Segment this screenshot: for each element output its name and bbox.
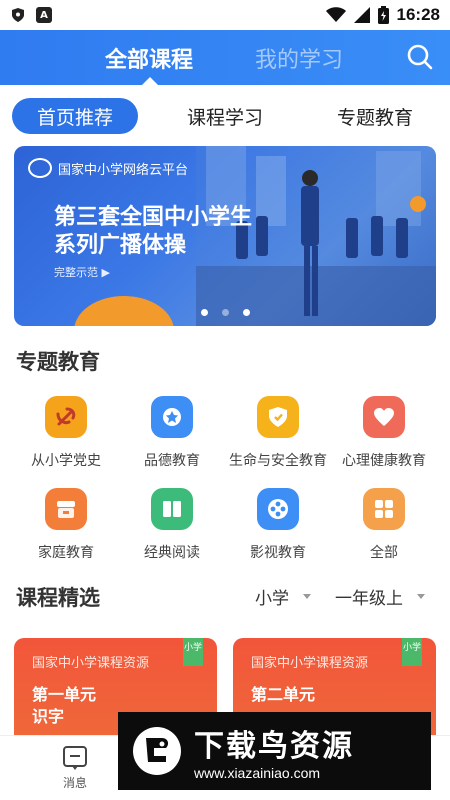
book-icon [151, 488, 193, 530]
topic-label: 从小学党史 [31, 453, 101, 469]
topic-mental-health[interactable]: 心理健康教育 [329, 396, 439, 470]
filter-grade-dropdown[interactable]: 一年级上 [335, 584, 425, 609]
card-level-tag: 小学 [183, 638, 203, 666]
carousel-dots [14, 309, 436, 316]
sub-tabs: 首页推荐 课程学习 专题教育 [0, 96, 450, 136]
carousel-dot[interactable] [242, 309, 250, 316]
status-time: 16:28 [396, 5, 440, 24]
signal-icon [353, 7, 370, 23]
heart-icon [363, 396, 405, 438]
tab-my-learning[interactable]: 我的学习 [255, 42, 343, 74]
top-header: 全部课程 我的学习 [0, 30, 450, 85]
topic-label: 全部 [370, 545, 398, 561]
card-level-tag: 小学 [402, 638, 422, 666]
topic-film-education[interactable]: 影视教育 [223, 488, 333, 562]
carousel-dot[interactable] [200, 309, 208, 316]
medal-icon [151, 396, 193, 438]
banner-link[interactable]: 完整示范 ▶ [54, 264, 110, 280]
chevron-down-icon [417, 594, 425, 599]
card-unit-title: 第二单元 [251, 685, 316, 704]
section-title-courses: 课程精选 [16, 586, 100, 610]
subtab-home-recommend[interactable]: 首页推荐 [12, 98, 138, 134]
status-bar: A 16:28 [0, 0, 450, 30]
topic-label: 生命与安全教育 [229, 453, 327, 469]
topic-life-safety[interactable]: 生命与安全教育 [223, 396, 333, 470]
party-icon [45, 396, 87, 438]
film-icon [257, 488, 299, 530]
topic-label: 影视教育 [250, 545, 306, 561]
grid-icon [363, 488, 405, 530]
shield-icon [257, 396, 299, 438]
card-unit-subject: 识字 [32, 707, 65, 726]
house-icon [45, 488, 87, 530]
subtab-course-study[interactable]: 课程学习 [170, 98, 280, 134]
card-header: 国家中小学课程资源 [251, 656, 369, 671]
topic-label: 经典阅读 [144, 545, 200, 561]
platform-logo: 国家中小学网络云平台 [28, 158, 188, 178]
topic-all[interactable]: 全部 [329, 488, 439, 562]
card-header: 国家中小学课程资源 [32, 656, 150, 671]
banner-title-line1: 第三套全国中小学生 [54, 205, 253, 230]
watermark-title: 下载鸟资源 [194, 729, 354, 764]
chevron-down-icon [303, 594, 311, 599]
banner-carousel[interactable]: 国家中小学网络云平台 第三套全国中小学生 系列广播体操 完整示范 ▶ [14, 146, 436, 326]
filter-level-dropdown[interactable]: 小学 [255, 584, 311, 609]
topic-label: 品德教育 [144, 453, 200, 469]
topic-classic-reading[interactable]: 经典阅读 [117, 488, 227, 562]
battery-icon [377, 6, 389, 24]
card-unit: 第一单元 识字 [32, 684, 96, 728]
app-notification-icon: A [36, 7, 52, 23]
banner-title-line2: 系列广播体操 [54, 233, 187, 258]
bird-logo-icon [133, 727, 181, 775]
card-unit-title: 第一单元 [32, 685, 97, 704]
topic-label: 家庭教育 [38, 545, 94, 561]
message-icon [63, 746, 87, 770]
nav-label: 消息 [62, 776, 87, 790]
filter-grade-value: 一年级上 [335, 589, 403, 609]
topic-moral-education[interactable]: 品德教育 [117, 396, 227, 470]
watermark-overlay: 下载鸟资源 www.xiazainiao.com [118, 712, 431, 790]
active-tab-indicator [142, 77, 158, 85]
banner-title: 第三套全国中小学生 系列广播体操 [54, 204, 252, 260]
tab-all-courses[interactable]: 全部课程 [105, 42, 193, 74]
watermark-url: www.xiazainiao.com [194, 765, 321, 781]
search-icon[interactable] [406, 43, 434, 71]
topic-family-education[interactable]: 家庭教育 [11, 488, 121, 562]
watermark-text: 下载鸟资源 www.xiazainiao.com [194, 721, 354, 781]
carousel-dot[interactable] [221, 309, 229, 316]
platform-logo-icon [28, 158, 52, 178]
wifi-icon [325, 7, 346, 22]
subtab-topic-education[interactable]: 专题教育 [320, 98, 430, 134]
platform-name: 国家中小学网络云平台 [58, 162, 189, 178]
section-title-topics: 专题教育 [16, 350, 100, 374]
nav-messages[interactable]: 消息 [40, 744, 110, 791]
shield-status-icon [12, 8, 24, 22]
filter-level-value: 小学 [255, 589, 289, 609]
topic-party-history[interactable]: 从小学党史 [11, 396, 121, 470]
topic-label: 心理健康教育 [342, 453, 426, 469]
card-unit: 第二单元 [251, 684, 315, 706]
